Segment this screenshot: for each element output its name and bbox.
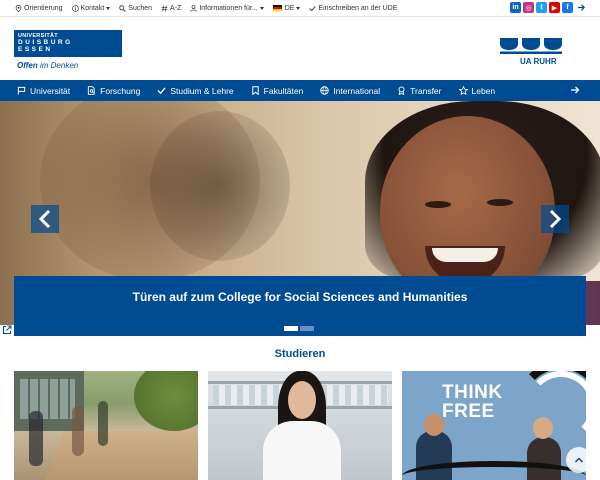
card-image-windows (20, 379, 75, 419)
kontakt-dropdown[interactable]: Kontakt (71, 4, 111, 12)
hero-person-teeth (432, 248, 498, 262)
check-icon (157, 87, 166, 95)
nav-scroll-right-icon[interactable] (570, 85, 580, 95)
informationen-dropdown[interactable]: Informationen für... (190, 4, 264, 12)
card-image-tree (134, 371, 198, 431)
nav-label: Fakultäten (263, 85, 304, 96)
chevron-right-icon (549, 210, 562, 228)
az-label: A-Z (170, 4, 182, 12)
chevron-down-icon (296, 6, 301, 10)
nav-item-international[interactable]: International (320, 86, 380, 96)
study-card-campus[interactable] (14, 371, 198, 480)
hero-person-eye (425, 201, 451, 208)
study-card-think-free[interactable]: THINK FREE (402, 371, 586, 480)
logo-tagline: Offen im Denken (17, 61, 78, 70)
nav-item-universitaet[interactable]: Universität (17, 86, 70, 96)
slider-prev-button[interactable] (31, 205, 59, 233)
utility-bar: Orientierung Kontakt Suchen A-Z Informat… (0, 0, 600, 17)
nav-item-studium-lehre[interactable]: Studium & Lehre (157, 85, 234, 96)
slide-caption[interactable]: Türen auf zum College for Social Science… (14, 276, 586, 336)
scroll-to-top-button[interactable] (566, 447, 592, 473)
ua-ruhr-bars-icon (500, 38, 562, 54)
card-image-path (44, 431, 198, 480)
slide-caption-title: Türen auf zum College for Social Science… (132, 290, 468, 304)
think-free-line-1: THINK (442, 382, 503, 403)
award-icon (398, 86, 405, 95)
nav-label: Universität (30, 85, 71, 96)
map-pin-icon (15, 4, 22, 12)
document-search-icon (88, 86, 95, 95)
site-header: UNIVERSITÄT DUISBURG ESSEN Offen im Denk… (0, 17, 600, 79)
language-label: DE (284, 4, 295, 12)
slider-dot-1[interactable] (284, 326, 298, 331)
card-image-person-face (288, 381, 316, 419)
card-image-person (98, 401, 108, 446)
facebook-icon[interactable]: f (562, 2, 573, 13)
instagram-icon[interactable]: ◎ (523, 2, 534, 13)
nav-item-leben[interactable]: Leben (458, 85, 496, 96)
az-link[interactable]: A-Z (161, 5, 181, 12)
nav-label: International (333, 85, 381, 96)
hero-background-blur (150, 111, 290, 261)
german-flag-icon (272, 5, 282, 11)
ude-logo[interactable]: UNIVERSITÄT DUISBURG ESSEN (14, 30, 122, 57)
flag-icon (17, 86, 26, 95)
youtube-icon[interactable]: ▶ (549, 2, 560, 13)
user-icon (190, 4, 197, 12)
einschreiben-label: Einschreiben an der UDE (318, 4, 398, 12)
ua-ruhr-logo[interactable]: UA RUHR (500, 38, 562, 68)
card-image-lab-coat (263, 421, 341, 480)
star-icon (458, 86, 468, 95)
nav-item-transfer[interactable]: Transfer (397, 85, 442, 96)
chevron-left-icon (38, 210, 51, 228)
hash-icon (161, 5, 168, 11)
chevron-up-icon (574, 457, 584, 463)
hero-person-eye (487, 199, 513, 206)
study-card-lab[interactable] (208, 371, 392, 480)
tagline-bold: Offen (17, 61, 38, 70)
bookmark-icon (251, 86, 259, 95)
nav-label: Transfer (410, 85, 442, 96)
linkedin-icon[interactable]: in (510, 2, 521, 13)
card-image-person (29, 411, 43, 466)
arrow-right-icon[interactable] (577, 3, 586, 12)
nav-item-forschung[interactable]: Forschung (87, 86, 140, 96)
external-link-icon[interactable] (2, 325, 12, 335)
orientierung-label: Orientierung (24, 4, 63, 12)
slider-next-button[interactable] (541, 205, 569, 233)
think-free-text: THINK FREE (442, 383, 503, 421)
info-icon (71, 4, 79, 12)
chevron-down-icon (106, 6, 111, 10)
social-links: in ◎ t ▶ f (508, 2, 586, 13)
slider-pagination (284, 326, 316, 331)
nav-label: Studium & Lehre (170, 85, 234, 96)
orientierung-link[interactable]: Orientierung (15, 4, 63, 12)
nav-label: Leben (471, 85, 496, 96)
card-image-person (72, 406, 84, 456)
chevron-down-icon (259, 6, 264, 10)
ua-ruhr-text: UA RUHR (520, 57, 557, 66)
card-image-person-head (533, 417, 553, 439)
suchen-link[interactable]: Suchen (119, 5, 152, 12)
search-icon (119, 4, 127, 12)
suchen-label: Suchen (128, 4, 153, 12)
check-icon (309, 5, 317, 11)
nav-label: Forschung (100, 85, 141, 96)
slider-dot-2[interactable] (300, 326, 314, 331)
think-free-line-2: FREE (442, 401, 495, 422)
section-title-studieren: Studieren (274, 348, 326, 360)
main-navigation: Universität Forschung Studium & Lehre Fa… (0, 80, 600, 101)
informationen-label: Informationen für... (199, 4, 258, 12)
einschreiben-link[interactable]: Einschreiben an der UDE (309, 5, 397, 12)
logo-line-3: ESSEN (18, 46, 53, 53)
kontakt-label: Kontakt (80, 4, 105, 12)
card-image-person-head (424, 414, 444, 436)
tagline-rest: im Denken (39, 61, 79, 70)
logo-line-2: DUISBURG (18, 39, 73, 46)
nav-item-fakultaeten[interactable]: Fakultäten (251, 85, 304, 96)
twitter-icon[interactable]: t (536, 2, 547, 13)
globe-icon (320, 86, 330, 95)
language-dropdown[interactable]: DE (272, 4, 301, 12)
